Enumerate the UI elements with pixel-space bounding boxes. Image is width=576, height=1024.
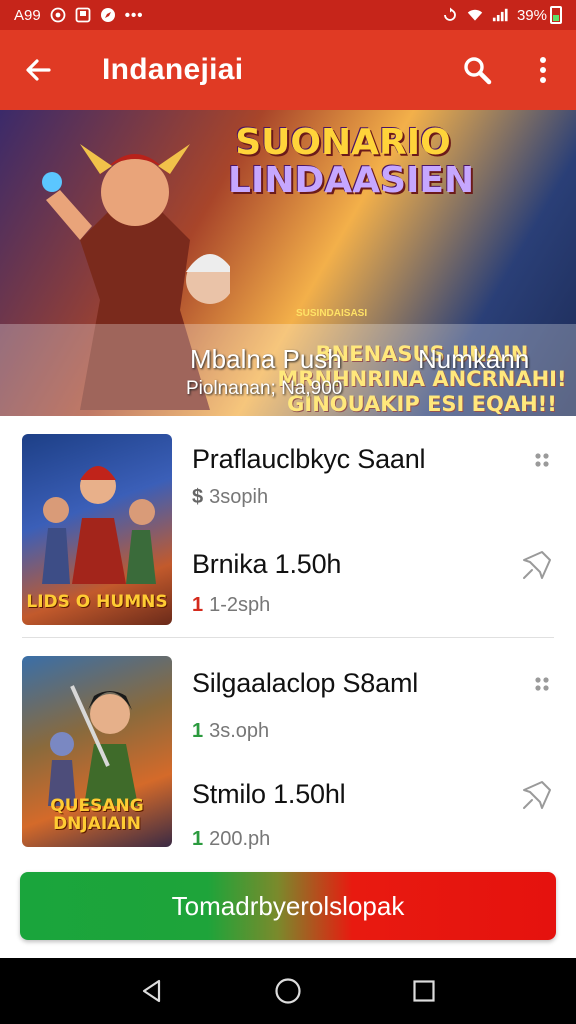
item-title: Brnika 1.50h [192,549,342,579]
home-circle-icon [275,978,301,1004]
banner-headline-line1: SUONARIO [235,122,451,163]
pin-icon[interactable] [518,778,554,814]
price-prefix: 1 [192,720,204,742]
pin-icon[interactable] [518,548,554,584]
banner-stat-left: Mbalna Push [190,344,342,374]
search-button[interactable] [444,30,510,110]
rotate-icon [442,7,458,23]
item-price: 1 3s.oph [192,720,269,743]
nav-recents-button[interactable] [404,971,444,1011]
price-value: 3sopih [209,486,269,508]
price-prefix: 1 [192,828,204,850]
game-thumbnail[interactable]: QUESANG DNJAIAIN [22,656,172,847]
wifi-icon [467,7,483,23]
back-arrow-icon [26,59,51,81]
system-nav-bar [0,958,576,1024]
item-price: 1 1-2sph [192,594,270,617]
back-button[interactable] [0,30,76,110]
recents-square-icon [413,980,435,1002]
item-title: Stmilo 1.50hl [192,779,346,809]
status-bar-left: A99 ••• [14,7,143,24]
drag-handle-icon[interactable] [532,450,552,470]
banner-subheadline: SUSINDAISASI [296,308,368,319]
price-value: 200.ph [209,828,271,850]
game-thumbnail[interactable]: LIDS O HUMNS [22,434,172,625]
item-title: Praflauclbkyc Saanl [192,444,426,474]
nav-home-button[interactable] [268,971,308,1011]
drag-handle-icon[interactable] [532,674,552,694]
game-card[interactable]: LIDS O HUMNS Praflauclbkyc Saanl $3sopih… [0,416,576,638]
game-card[interactable]: QUESANG DNJAIAIN Silgaalaclop S8aml 1 3s.… [0,638,576,860]
status-time: A99 [14,6,41,24]
status-bar-right: 39% [442,6,562,24]
item-price: $3sopih [192,486,268,509]
overflow-menu-button[interactable] [510,30,576,110]
overflow-menu-icon [540,57,546,83]
back-triangle-icon [142,979,161,1003]
promo-banner[interactable]: SUONARIO LINDAASIEN SUSINDAISASI BNENASU… [0,110,576,416]
sync-icon [50,7,66,23]
more-dots-icon: ••• [124,6,144,24]
battery-icon [550,6,562,24]
price-prefix: 1 [192,594,204,616]
banner-stat-right: Numkann [418,344,530,374]
action-area: Tomadrbyerolslopak [0,860,576,958]
compass-icon [100,7,116,23]
banner-headline: SUONARIO LINDAASIEN [228,122,475,201]
primary-action-button[interactable]: Tomadrbyerolslopak [20,872,556,940]
price-prefix: $ [192,486,204,508]
price-value: 3s.oph [209,720,270,742]
banner-meta: Piolnanan; Na,900 [186,378,343,399]
page-title: Indanejiai [102,53,244,86]
status-bar: A99 ••• 39% [0,0,576,30]
item-title: Silgaalaclop S8aml [192,668,419,698]
battery-level: 39% [516,6,547,24]
nav-back-button[interactable] [132,971,172,1011]
signal-icon [492,7,508,23]
battery-indicator: 39% [517,6,562,24]
price-value: 1-2sph [209,594,271,616]
search-icon [464,57,492,85]
game-list[interactable]: LIDS O HUMNS Praflauclbkyc Saanl $3sopih… [0,416,576,860]
banner-headline-line2: LINDAASIEN [228,160,475,201]
item-price: 1 200.ph [192,828,270,851]
notification-icon [75,7,91,23]
thumbnail-title: QUESANG DNJAIAIN [50,796,144,834]
thumbnail-title: LIDS O HUMNS [26,592,168,612]
app-bar: Indanejiai [0,30,576,110]
